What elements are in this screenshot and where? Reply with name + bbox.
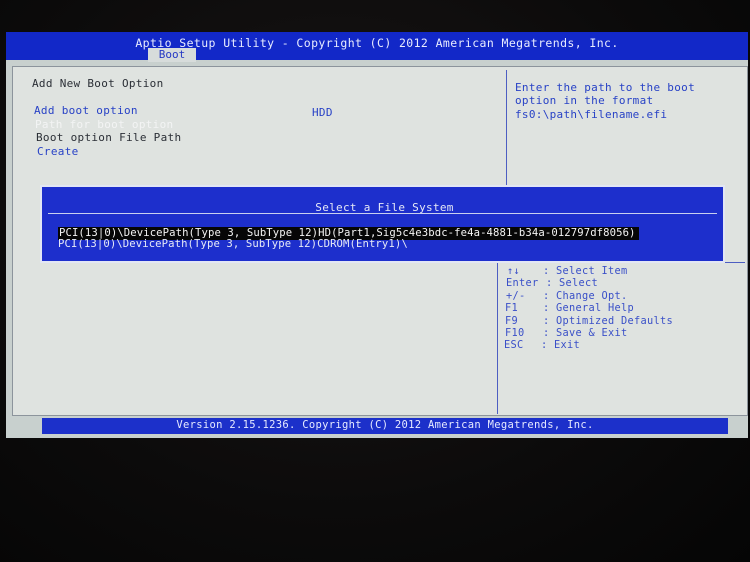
key-esc-desc: : Exit (541, 339, 580, 351)
section-heading: Add New Boot Option (32, 77, 164, 90)
key-arrows-desc: : Select Item (543, 265, 628, 277)
help-line-3: fs0:\path\filename.efi (515, 108, 668, 121)
menu-item-boot-option-file-path[interactable]: Boot option File Path (36, 131, 181, 144)
key-esc: ESC (504, 339, 524, 351)
key-f10: F10 (505, 327, 525, 339)
help-panel-divider (506, 70, 507, 188)
add-boot-option-value[interactable]: HDD (312, 106, 333, 119)
key-f9-desc: : Optimized Defaults (543, 315, 673, 327)
key-arrows-icon: ↑↓ (507, 265, 520, 277)
tab-boot[interactable]: Boot (148, 48, 196, 62)
keys-panel-divider (497, 262, 498, 414)
key-enter: Enter (506, 277, 539, 289)
key-enter-desc: : Select (546, 277, 598, 289)
footer-bar: Version 2.15.1236. Copyright (C) 2012 Am… (42, 418, 728, 434)
menu-item-path-for-boot-option[interactable]: Path for boot option (35, 118, 173, 131)
menu-item-create[interactable]: Create (37, 145, 79, 158)
bios-photo: Aptio Setup Utility - Copyright (C) 2012… (0, 0, 750, 562)
key-plus-minus-desc: : Change Opt. (543, 290, 628, 302)
help-line-2: option in the format (515, 94, 654, 107)
title-bar: Aptio Setup Utility - Copyright (C) 2012… (6, 32, 748, 60)
key-f1: F1 (505, 302, 518, 314)
help-line-1: Enter the path to the boot (515, 81, 695, 94)
footer-version: Version 2.15.1236. Copyright (C) 2012 Am… (176, 419, 594, 431)
key-plus-minus: +/- (506, 290, 526, 302)
dialog-title-separator (48, 213, 717, 214)
file-system-option-cdrom[interactable]: PCI(13|0)\DevicePath(Type 3, SubType 12)… (58, 238, 408, 251)
key-f9: F9 (505, 315, 518, 327)
menu-item-add-boot-option[interactable]: Add boot option (34, 104, 138, 117)
key-f1-desc: : General Help (543, 302, 634, 314)
select-file-system-dialog: Select a File System (40, 185, 725, 263)
window-title: Aptio Setup Utility - Copyright (C) 2012… (135, 36, 619, 50)
key-f10-desc: : Save & Exit (543, 327, 628, 339)
